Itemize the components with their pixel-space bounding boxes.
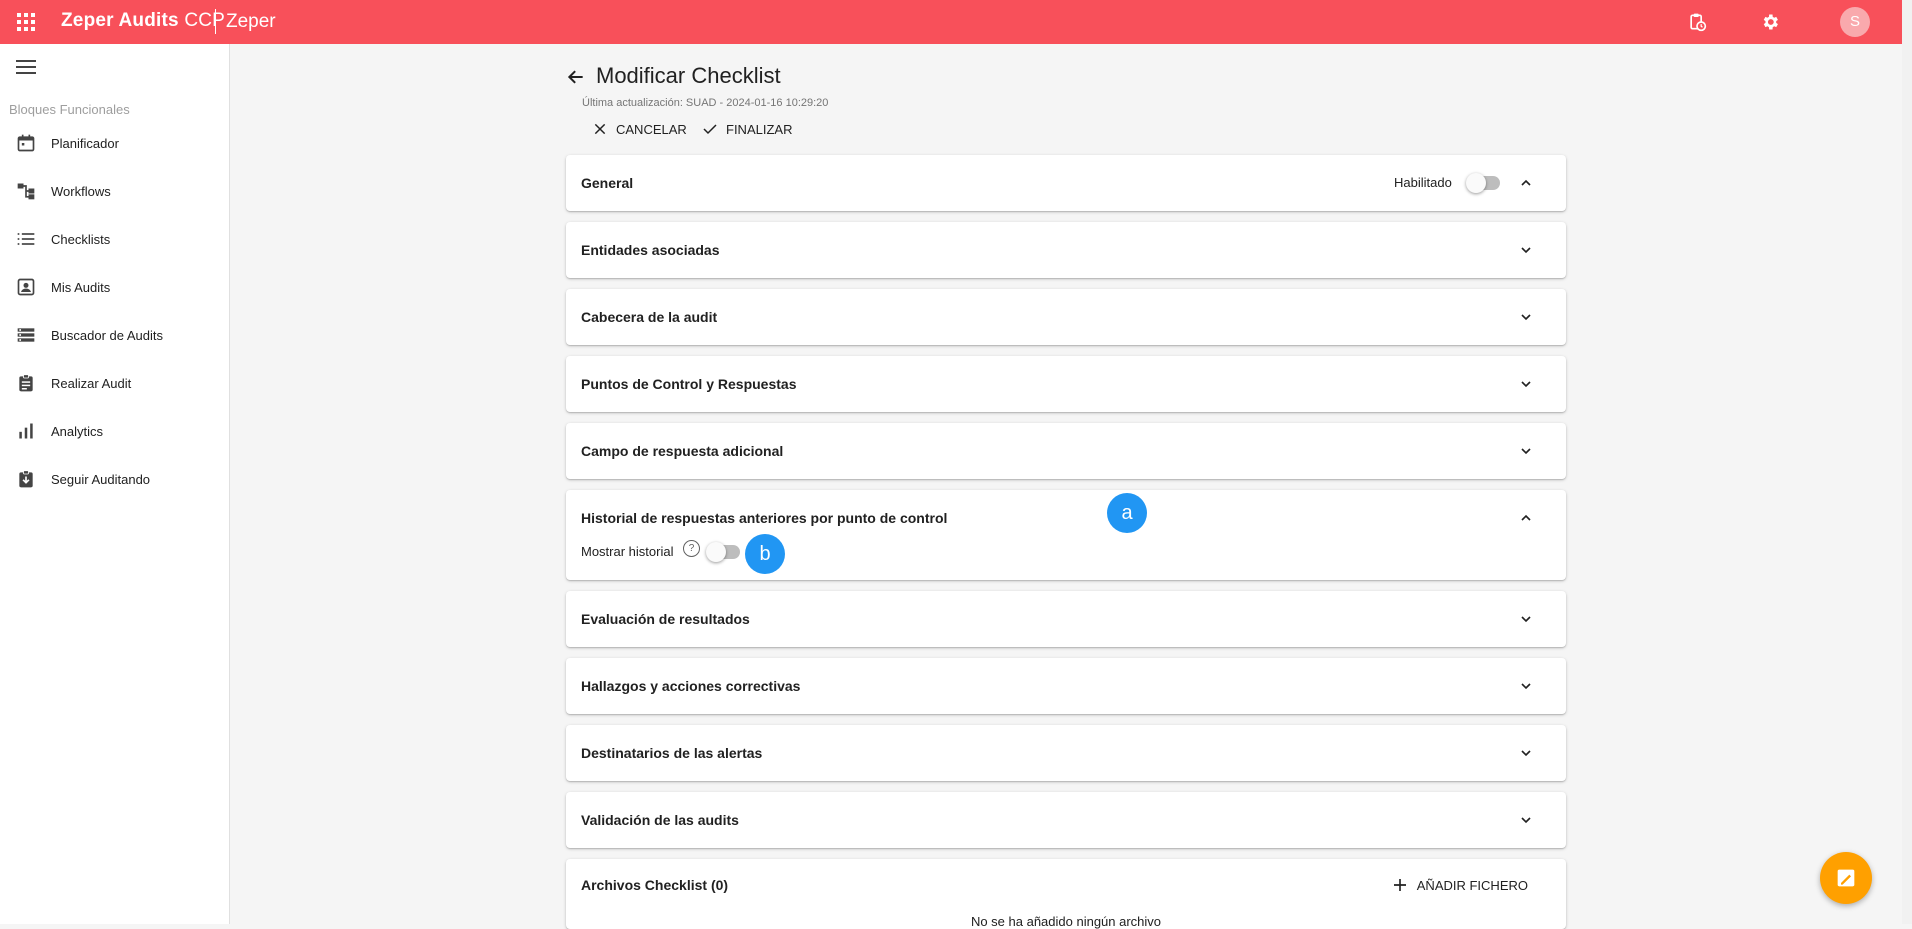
sidebar: Bloques Funcionales Planificador Workflo… [0,44,230,924]
sidebar-item-label: Analytics [51,423,104,439]
panel-title: Entidades asociadas [581,242,720,258]
calendar-icon [17,134,35,152]
enabled-toggle[interactable] [1466,173,1500,193]
panel-campo-adicional[interactable]: Campo de respuesta adicional [566,423,1566,479]
chevron-down-icon[interactable] [1518,309,1534,325]
add-file-label: AÑADIR FICHERO [1416,877,1528,893]
brand-divider [215,9,216,34]
panel-title: Archivos Checklist (0) [581,877,729,893]
check-icon [703,124,717,135]
panel-title: Validación de las audits [581,812,739,828]
chevron-down-icon[interactable] [1518,745,1534,761]
cancel-button[interactable]: CANCELAR [592,119,687,139]
chevron-up-icon[interactable] [1518,510,1534,526]
sidebar-heading: Bloques Funcionales [9,102,130,117]
sidebar-item-realizar-audit[interactable]: Realizar Audit [0,363,229,403]
finish-label: FINALIZAR [726,121,793,137]
add-file-button[interactable]: AÑADIR FICHERO [1391,876,1528,894]
feedback-fab[interactable] [1820,852,1872,904]
annotation-marker-a: a [1107,493,1147,533]
arrow-back-icon[interactable] [566,67,586,87]
show-history-label: Mostrar historial [581,544,674,559]
annotation-marker-b: b [745,534,785,574]
panel-title: Puntos de Control y Respuestas [581,376,797,392]
sidebar-item-label: Checklists [51,231,111,247]
clipboard-icon [19,374,33,392]
empty-files-message: No se ha añadido ningún archivo [970,914,1162,929]
menu-icon[interactable] [16,60,36,74]
sidebar-item-mis-audits[interactable]: Mis Audits [0,267,229,307]
close-icon [594,123,606,135]
panel-title: Historial de respuestas anteriores por p… [581,510,948,526]
clipboard-clock-icon[interactable] [1687,12,1707,32]
finish-button[interactable]: FINALIZAR [702,119,792,139]
help-icon[interactable]: ? [683,540,700,557]
chevron-up-icon[interactable] [1518,175,1534,191]
vertical-scrollbar[interactable] [1902,0,1912,924]
user-avatar[interactable]: S [1840,7,1870,37]
sidebar-item-planificador[interactable]: Planificador [0,123,229,163]
storage-icon [17,328,35,342]
panel-hallazgos[interactable]: Hallazgos y acciones correctivas [566,658,1566,714]
sidebar-item-label: Realizar Audit [51,375,132,391]
panel-historial[interactable]: Historial de respuestas anteriores por p… [566,490,1566,580]
app-brand[interactable]: Zeper Audits CCP [61,10,225,32]
sidebar-item-label: Planificador [51,135,119,151]
chevron-down-icon[interactable] [1518,443,1534,459]
sidebar-item-label: Mis Audits [51,279,111,295]
app-header: Zeper Audits CCP Zeper S [0,0,1902,44]
chevron-down-icon[interactable] [1518,611,1534,627]
chevron-down-icon[interactable] [1518,678,1534,694]
panel-puntos-control[interactable]: Puntos de Control y Respuestas [566,356,1566,412]
panel-title: Destinatarios de las alertas [581,745,763,761]
panel-evaluacion[interactable]: Evaluación de resultados [566,591,1566,647]
panel-title: Hallazgos y acciones correctivas [581,678,801,694]
plus-icon [1393,879,1406,891]
panel-title: Evaluación de resultados [581,611,750,627]
download-box-icon [19,470,33,488]
panel-archivos: Archivos Checklist (0) AÑADIR FICHERO No… [566,859,1566,929]
apps-grid-icon[interactable] [17,13,35,31]
brand-name: Zeper Audits [61,10,179,31]
sidebar-item-checklists[interactable]: Checklists [0,219,229,259]
sidebar-item-analytics[interactable]: Analytics [0,411,229,451]
sidebar-item-workflows[interactable]: Workflows [0,171,229,211]
sidebar-item-buscador[interactable]: Buscador de Audits [0,315,229,355]
chevron-down-icon[interactable] [1518,376,1534,392]
panel-destinatarios[interactable]: Destinatarios de las alertas [566,725,1566,781]
panel-title: General [581,175,634,191]
gear-icon[interactable] [1760,12,1780,32]
show-history-toggle[interactable] [706,542,740,562]
chevron-down-icon[interactable] [1518,242,1534,258]
bar-chart-icon [19,423,33,439]
brand-suffix: CCP [184,10,226,31]
list-icon [17,233,35,245]
cancel-label: CANCELAR [616,121,687,137]
chevron-down-icon[interactable] [1518,812,1534,828]
sidebar-item-label: Seguir Auditando [51,471,151,487]
panel-title: Cabecera de la audit [581,309,718,325]
sidebar-item-label: Buscador de Audits [51,327,164,343]
sidebar-item-label: Workflows [51,183,111,199]
tenant-name: Zeper [226,11,276,32]
workflow-icon [17,183,35,200]
contact-icon [17,278,35,296]
last-updated: Última actualización: SUAD - 2024-01-16 … [582,97,829,109]
panel-general[interactable]: General Habilitado [566,155,1566,211]
panel-entidades[interactable]: Entidades asociadas [566,222,1566,278]
edit-note-icon [1837,869,1855,887]
page-title: Modificar Checklist [596,63,781,88]
panel-title: Campo de respuesta adicional [581,443,784,459]
panel-cabecera[interactable]: Cabecera de la audit [566,289,1566,345]
panel-validacion[interactable]: Validación de las audits [566,792,1566,848]
enabled-label: Habilitado [1394,175,1452,190]
sidebar-item-seguir-auditando[interactable]: Seguir Auditando [0,459,229,499]
